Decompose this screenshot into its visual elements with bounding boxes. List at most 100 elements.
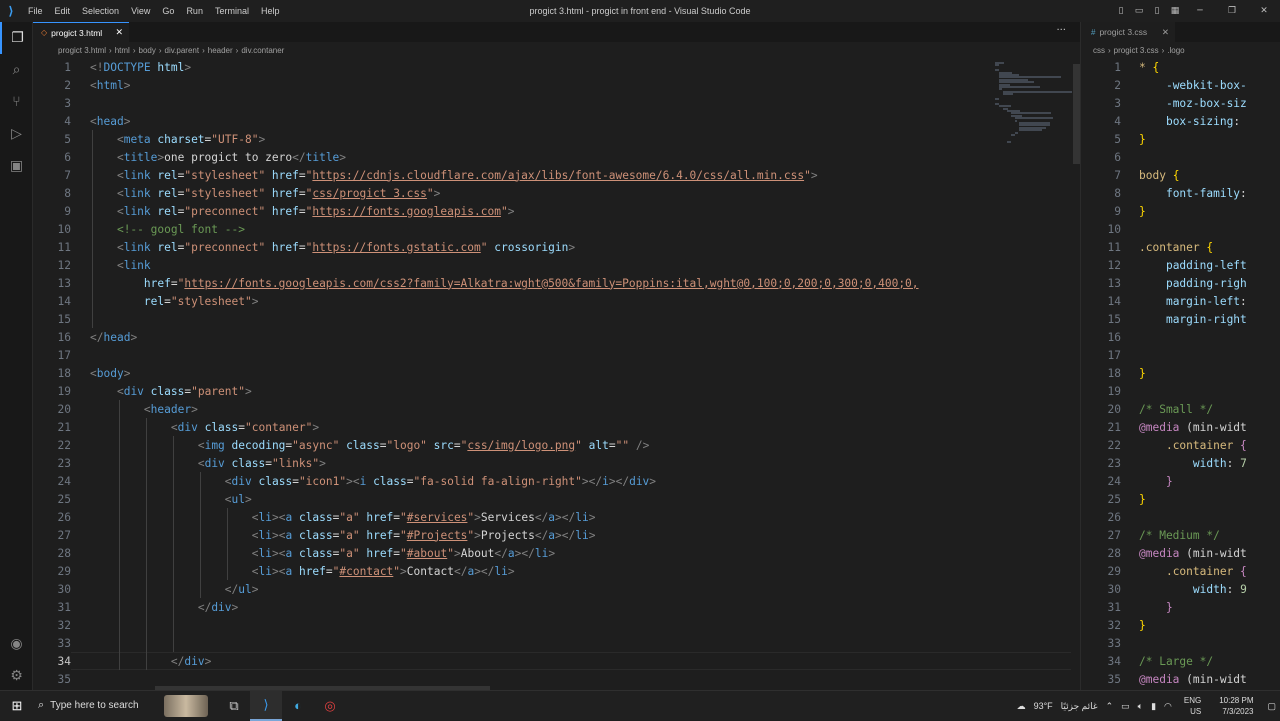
search-icon[interactable]: ⌕ bbox=[0, 54, 33, 86]
breadcrumb-item[interactable]: div.contaner bbox=[241, 46, 284, 55]
code-text: } bbox=[1139, 366, 1146, 380]
tab-label: progict 3.css bbox=[1099, 27, 1148, 37]
code-text: <body> bbox=[90, 366, 131, 380]
code-text: @media (min-widt bbox=[1139, 546, 1247, 560]
line-number: 4 bbox=[64, 114, 71, 128]
recorder-app-icon[interactable]: ◎ bbox=[314, 691, 346, 721]
line-number: 27 bbox=[57, 528, 71, 542]
line-number: 10 bbox=[57, 222, 71, 236]
line-number: 25 bbox=[57, 492, 71, 506]
menu-item-run[interactable]: Run bbox=[180, 6, 209, 16]
notifications-icon[interactable]: ▢ bbox=[1267, 701, 1276, 712]
tab-progict-css[interactable]: # progict 3.css ✕ bbox=[1081, 22, 1175, 42]
task-view-icon[interactable]: ⧉ bbox=[218, 691, 250, 721]
code-text: <!-- googl font --> bbox=[116, 222, 245, 236]
restore-button[interactable]: ❐ bbox=[1217, 6, 1247, 16]
code-line: 22 .container { bbox=[1081, 436, 1280, 454]
breadcrumb-item[interactable]: progict 3.css bbox=[1114, 46, 1159, 55]
code-line: 13 padding-righ bbox=[1081, 274, 1280, 292]
code-line: 10 <!-- googl font --> bbox=[33, 220, 1073, 238]
code-line: 26 bbox=[1081, 508, 1280, 526]
layout-sidebar-icon[interactable]: ▯ bbox=[1113, 6, 1129, 16]
weather-icon[interactable]: ☁ bbox=[1017, 701, 1026, 712]
minimap-line bbox=[995, 98, 1000, 100]
close-tab-icon[interactable]: ✕ bbox=[115, 27, 123, 38]
menu-item-help[interactable]: Help bbox=[255, 6, 286, 16]
vertical-scrollbar[interactable] bbox=[1073, 58, 1080, 690]
menu-item-view[interactable]: View bbox=[125, 6, 156, 16]
account-icon[interactable]: ◉ bbox=[0, 628, 33, 660]
code-editor[interactable]: 1 <!DOCTYPE html> 2 <html> 3 4 <head> 5 <meta ch… bbox=[33, 58, 1073, 690]
vscode-taskbar-icon[interactable]: ⟩ bbox=[250, 690, 282, 721]
menu-item-selection[interactable]: Selection bbox=[76, 6, 125, 16]
code-line: 4 box-sizing: bbox=[1081, 112, 1280, 130]
lang-indicator[interactable]: ENG US bbox=[1180, 695, 1205, 717]
files-icon[interactable]: ❐ bbox=[0, 22, 33, 54]
customize-layout-icon[interactable]: ▦ bbox=[1167, 6, 1183, 16]
code-line: 5} bbox=[1081, 130, 1280, 148]
run-debug-icon[interactable]: ▷ bbox=[0, 118, 33, 150]
minimap[interactable] bbox=[995, 58, 1073, 690]
code-text: } bbox=[1139, 618, 1146, 632]
code-line: 28 @media (min-widt bbox=[1081, 544, 1280, 562]
more-actions-icon[interactable]: ··· bbox=[1056, 25, 1066, 36]
source-control-icon[interactable]: ⑂ bbox=[0, 86, 33, 118]
menu-item-file[interactable]: File bbox=[22, 6, 49, 16]
code-line: 10 bbox=[1081, 220, 1280, 238]
wifi-icon[interactable]: ◠ bbox=[1164, 701, 1172, 712]
layout-secondary-icon[interactable]: ▯ bbox=[1149, 6, 1165, 16]
code-text: margin-right bbox=[1165, 312, 1247, 326]
menu-item-edit[interactable]: Edit bbox=[49, 6, 77, 16]
close-window-button[interactable]: ✕ bbox=[1249, 6, 1279, 16]
line-number: 18 bbox=[1107, 366, 1121, 380]
code-text: <li><a class="a" href="#Projects">Projec… bbox=[251, 528, 596, 542]
windows-start-icon[interactable]: ⊞ bbox=[0, 691, 34, 721]
show-hidden-icons[interactable]: ⌃ bbox=[1106, 701, 1114, 712]
line-number: 12 bbox=[1107, 258, 1121, 272]
breadcrumb-item[interactable]: .logo bbox=[1167, 46, 1184, 55]
taskbar-search[interactable]: ⌕ Type here to search bbox=[34, 691, 164, 721]
breadcrumb-item[interactable]: css bbox=[1093, 46, 1105, 55]
extensions-icon[interactable]: ▣ bbox=[0, 150, 33, 182]
code-text: <li><a href="#contact">Contact</a></li> bbox=[251, 564, 515, 578]
line-number: 19 bbox=[57, 384, 71, 398]
volume-icon[interactable]: 🔈︎ bbox=[1138, 701, 1143, 712]
battery-icon[interactable]: ▮ bbox=[1151, 701, 1156, 712]
code-text: <title>one progict to zero</title> bbox=[116, 150, 347, 164]
code-line: 15 bbox=[33, 310, 1073, 328]
code-line: 7 body { bbox=[1081, 166, 1280, 184]
weather-temp: 93°F bbox=[1033, 701, 1053, 711]
code-line: 3 bbox=[33, 94, 1073, 112]
code-text: .container { bbox=[1165, 564, 1247, 578]
line-number: 24 bbox=[1107, 474, 1121, 488]
edge-browser-icon[interactable]: ◐ bbox=[282, 691, 314, 721]
breadcrumb-item[interactable]: div.parent bbox=[165, 46, 200, 55]
code-line: 20 /* Small */ bbox=[1081, 400, 1280, 418]
line-number: 27 bbox=[1107, 528, 1121, 542]
breadcrumb-item[interactable]: progict 3.html bbox=[58, 46, 106, 55]
code-text: -webkit-box- bbox=[1165, 78, 1247, 92]
code-line: 7 <link rel="stylesheet" href="https://cd… bbox=[33, 166, 1073, 184]
line-number: 30 bbox=[1107, 582, 1121, 596]
breadcrumb-item[interactable]: body bbox=[139, 46, 156, 55]
close-tab-icon[interactable]: ✕ bbox=[1162, 27, 1169, 38]
css-code-editor[interactable]: 1 * {2 -webkit-box- 3 -moz-box-siz 4 box-sizin… bbox=[1081, 58, 1280, 690]
tab-progict-html[interactable]: ◇ progict 3.html ✕ bbox=[33, 22, 129, 42]
clock[interactable]: 10:28 PM 7/3/2023 bbox=[1215, 695, 1257, 717]
settings-gear-icon[interactable]: ⚙ bbox=[0, 660, 33, 692]
code-text: /* Large */ bbox=[1139, 654, 1214, 668]
layout-panel-icon[interactable]: ▭ bbox=[1131, 6, 1147, 16]
menu-item-terminal[interactable]: Terminal bbox=[209, 6, 255, 16]
minimize-button[interactable]: ─ bbox=[1185, 6, 1215, 16]
menu-item-go[interactable]: Go bbox=[156, 6, 180, 16]
network-icon[interactable]: ▭ bbox=[1121, 701, 1130, 712]
code-text: </div> bbox=[197, 600, 239, 614]
breadcrumb-item[interactable]: header bbox=[208, 46, 233, 55]
code-text: <link bbox=[116, 258, 151, 272]
code-line: 32 bbox=[33, 616, 1073, 634]
breadcrumb-item[interactable]: html bbox=[115, 46, 130, 55]
line-number: 3 bbox=[1114, 96, 1121, 110]
minimap-line bbox=[1003, 93, 1014, 96]
search-highlight-image[interactable] bbox=[164, 694, 208, 717]
code-line: 19 bbox=[1081, 382, 1280, 400]
